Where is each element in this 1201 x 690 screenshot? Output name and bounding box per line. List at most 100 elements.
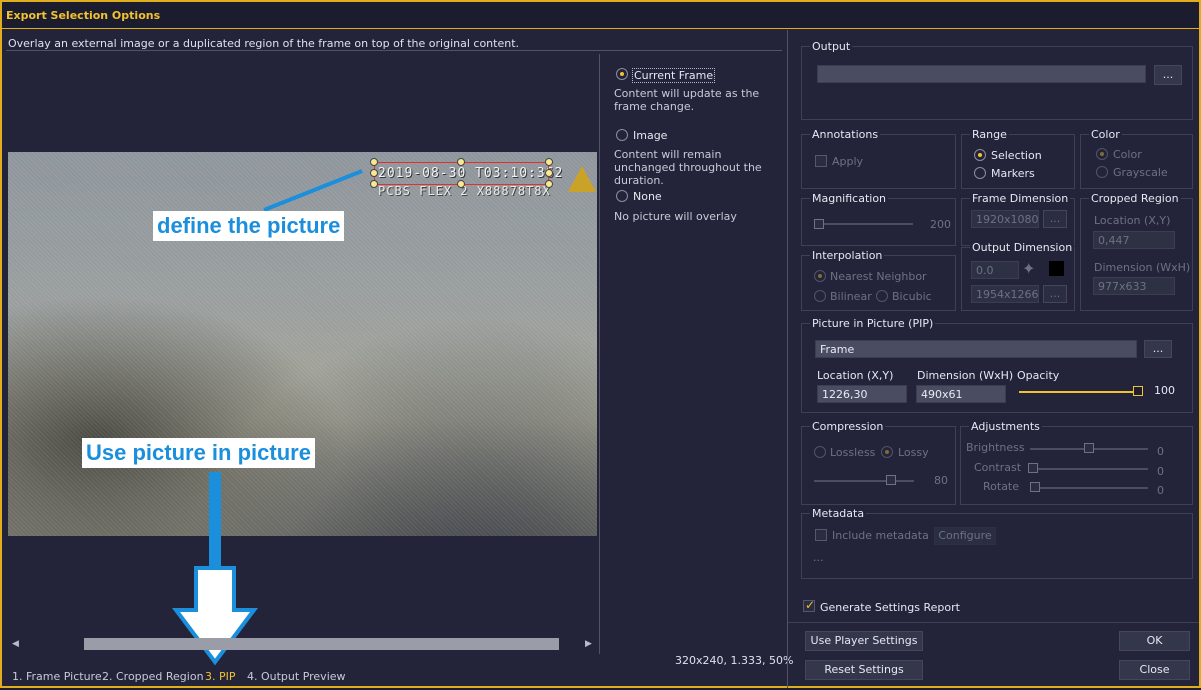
bilinear-label: Bilinear: [830, 290, 872, 303]
tab-pip[interactable]: 3. PIP: [205, 670, 236, 683]
opacity-track: [1019, 391, 1139, 393]
radio-nearest-neighbor[interactable]: [814, 270, 826, 282]
rotate-slider[interactable]: [1030, 482, 1040, 492]
generate-report-checkbox[interactable]: [803, 598, 815, 612]
quality-value: 80: [934, 474, 948, 487]
ok-button[interactable]: OK: [1119, 631, 1190, 651]
frame-dimension-title: Frame Dimension: [970, 192, 1071, 205]
tab-frame-picture[interactable]: 1. Frame Picture: [12, 670, 102, 683]
resize-handle[interactable]: [370, 158, 378, 166]
tab-output-preview[interactable]: 4. Output Preview: [247, 670, 346, 683]
opacity-value: 100: [1154, 384, 1175, 397]
close-button[interactable]: Close: [1119, 660, 1190, 680]
resize-handle[interactable]: [457, 158, 465, 166]
output-group: [801, 46, 1193, 120]
window-title: Export Selection Options: [6, 9, 161, 22]
image-desc: Content will remain unchanged throughout…: [614, 148, 762, 187]
scroll-right-icon[interactable]: ▶: [585, 639, 592, 649]
opacity-slider[interactable]: [1133, 386, 1143, 396]
pip-dimension-label: Dimension (WxH): [917, 369, 1014, 382]
divider: [788, 622, 1199, 623]
brightness-label: Brightness: [966, 441, 1025, 454]
aspect-lock-icon[interactable]: ✦: [1022, 259, 1035, 278]
generate-report-label: Generate Settings Report: [820, 601, 960, 614]
resize-handle[interactable]: [370, 180, 378, 188]
selection-label: Selection: [991, 149, 1042, 162]
reset-settings-button[interactable]: Reset Settings: [805, 660, 923, 680]
resize-handle[interactable]: [370, 169, 378, 177]
output-dimension-field[interactable]: 1954x1266: [971, 285, 1039, 303]
compression-group: [801, 426, 956, 505]
pip-browse-button[interactable]: ...: [1144, 340, 1172, 358]
current-frame-desc: Content will update as the frame change.: [614, 87, 760, 113]
configure-button[interactable]: Configure: [934, 527, 996, 545]
output-dimension-browse-button[interactable]: ...: [1043, 285, 1067, 303]
resize-handle[interactable]: [545, 158, 553, 166]
horizontal-scrollbar[interactable]: [84, 638, 559, 650]
image-label[interactable]: Image: [633, 129, 667, 142]
magnification-slider[interactable]: [814, 219, 824, 229]
frame-preview[interactable]: 2019-08-30 T03:10:362 PCBS FLEX 2 X88878…: [8, 152, 597, 536]
pip-location-field[interactable]: 1226,30: [817, 385, 907, 403]
resize-handle[interactable]: [545, 169, 553, 177]
pip-dimension-field[interactable]: 490x61: [916, 385, 1006, 403]
output-browse-button[interactable]: ...: [1154, 65, 1182, 85]
metadata-more: ...: [813, 551, 824, 564]
magnification-value: 200: [930, 218, 951, 231]
annotations-title: Annotations: [810, 128, 881, 141]
magnification-track: [815, 223, 913, 225]
metadata-group: [801, 513, 1193, 579]
magnification-title: Magnification: [810, 192, 889, 205]
cropped-dimension-field[interactable]: 977x633: [1093, 277, 1175, 295]
radio-grayscale[interactable]: [1096, 166, 1108, 178]
rotate-value: 0: [1157, 484, 1164, 497]
lossy-label: Lossy: [898, 446, 929, 459]
contrast-slider[interactable]: [1028, 463, 1038, 473]
pip-location-label: Location (X,Y): [817, 369, 894, 382]
pip-title: Picture in Picture (PIP): [810, 317, 936, 330]
apply-label: Apply: [832, 155, 864, 168]
none-label[interactable]: None: [633, 190, 662, 203]
callout-use-pip: Use picture in picture: [82, 438, 315, 468]
cropped-location-field[interactable]: 0,447: [1093, 231, 1175, 249]
radio-none[interactable]: [616, 190, 628, 202]
cropped-location-label: Location (X,Y): [1094, 214, 1171, 227]
cropped-dimension-label: Dimension (WxH): [1094, 261, 1191, 274]
none-desc: No picture will overlay: [614, 210, 737, 223]
radio-image[interactable]: [616, 129, 628, 141]
frame-dimension-field[interactable]: 1920x1080: [971, 210, 1039, 228]
apply-annotations-checkbox[interactable]: [815, 155, 827, 167]
color-group: [1080, 134, 1193, 189]
output-title: Output: [810, 40, 853, 53]
tab-cropped-region[interactable]: 2. Cropped Region: [102, 670, 204, 683]
callout-define-picture: define the picture: [153, 211, 345, 241]
quality-slider[interactable]: [886, 475, 896, 485]
preview-texture: [8, 152, 597, 536]
frame-dimension-browse-button[interactable]: ...: [1043, 210, 1067, 228]
scroll-left-icon[interactable]: ◀: [12, 639, 19, 649]
grayscale-label: Grayscale: [1113, 166, 1168, 179]
nearest-neighbor-label: Nearest Neighbor: [830, 270, 927, 283]
radio-color[interactable]: [1096, 148, 1108, 160]
lossless-label: Lossless: [830, 446, 876, 459]
resize-handle[interactable]: [457, 180, 465, 188]
radio-lossy[interactable]: [881, 446, 893, 458]
pip-source-field[interactable]: Frame: [815, 340, 1137, 358]
radio-current-frame[interactable]: [616, 68, 628, 80]
use-player-settings-button[interactable]: Use Player Settings: [805, 631, 923, 651]
markers-label: Markers: [991, 167, 1035, 180]
range-title: Range: [970, 128, 1009, 141]
include-metadata-checkbox[interactable]: [815, 529, 827, 541]
radio-bicubic[interactable]: [876, 290, 888, 302]
radio-lossless[interactable]: [814, 446, 826, 458]
radio-range-markers[interactable]: [974, 167, 986, 179]
radio-range-selection[interactable]: [974, 149, 986, 161]
current-frame-label[interactable]: Current Frame: [632, 68, 716, 83]
radio-bilinear[interactable]: [814, 290, 826, 302]
brightness-slider[interactable]: [1084, 443, 1094, 453]
output-ratio-field[interactable]: 0.0: [971, 261, 1019, 279]
output-path-field[interactable]: [817, 65, 1146, 83]
export-dialog: Export Selection Options Overlay an exte…: [0, 0, 1201, 688]
color-swatch[interactable]: [1049, 261, 1064, 276]
resize-handle[interactable]: [545, 180, 553, 188]
